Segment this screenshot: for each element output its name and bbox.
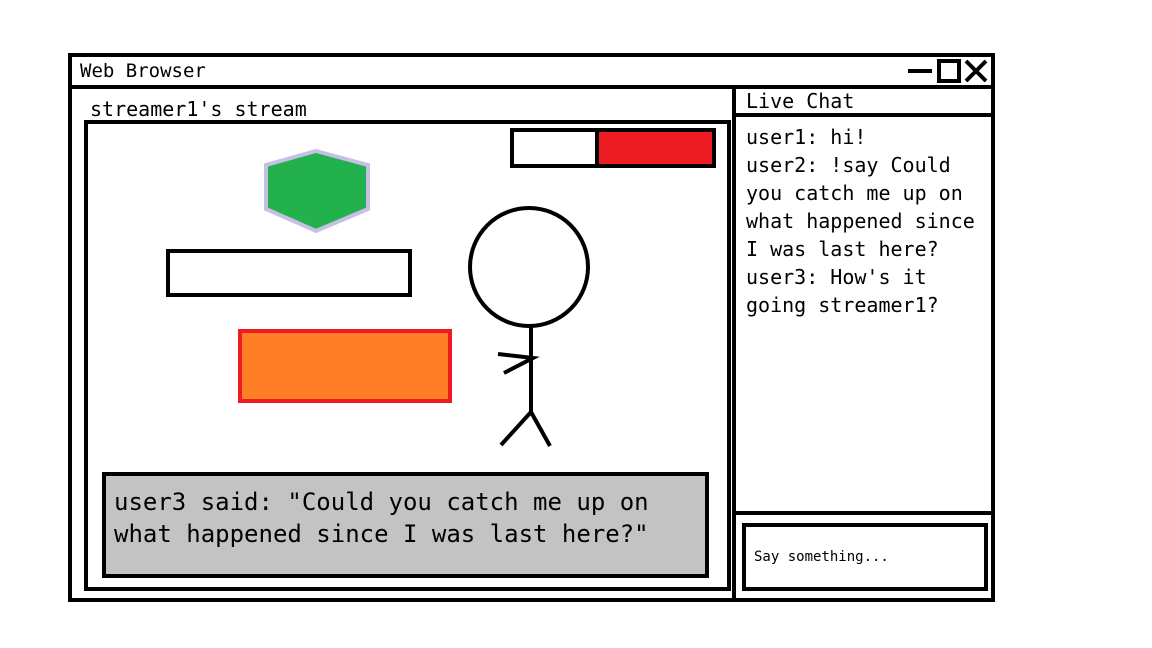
title-bar[interactable]: Web Browser [72, 57, 991, 89]
chat-header: Live Chat [736, 89, 991, 117]
stream-title: streamer1's stream [90, 97, 307, 121]
chat-divider [736, 511, 991, 515]
stick-figure [468, 206, 590, 447]
orange-block [238, 329, 452, 403]
close-icon[interactable] [964, 59, 988, 83]
browser-window: Web Browser streamer1's stream user3 sai… [68, 53, 995, 602]
chat-input[interactable] [742, 523, 988, 591]
stream-video[interactable]: user3 said: "Could you catch me up on wh… [84, 120, 731, 591]
pane-divider [732, 89, 736, 602]
stick-figure-leg-right [529, 411, 552, 447]
stick-figure-leg-left [499, 410, 533, 447]
maximize-icon[interactable] [937, 59, 961, 83]
health-bar [510, 128, 716, 168]
window-controls [908, 59, 990, 83]
minimize-icon[interactable] [908, 59, 932, 83]
health-bar-fill [599, 132, 712, 164]
chat-title: Live Chat [746, 89, 855, 113]
white-platform [166, 249, 412, 297]
chat-message: user2: !say Could you catch me up on wha… [746, 153, 975, 261]
chat-message: user1: hi! [746, 125, 867, 149]
chat-message: user3: How's it going streamer1? [746, 265, 939, 317]
stick-figure-head [468, 206, 590, 328]
stick-figure-arm [497, 352, 540, 375]
window-title: Web Browser [80, 60, 206, 82]
speech-caption: user3 said: "Could you catch me up on wh… [102, 472, 709, 578]
green-hexagon [264, 148, 370, 234]
chat-message-list: user1: hi! user2: !say Could you catch m… [746, 123, 988, 319]
